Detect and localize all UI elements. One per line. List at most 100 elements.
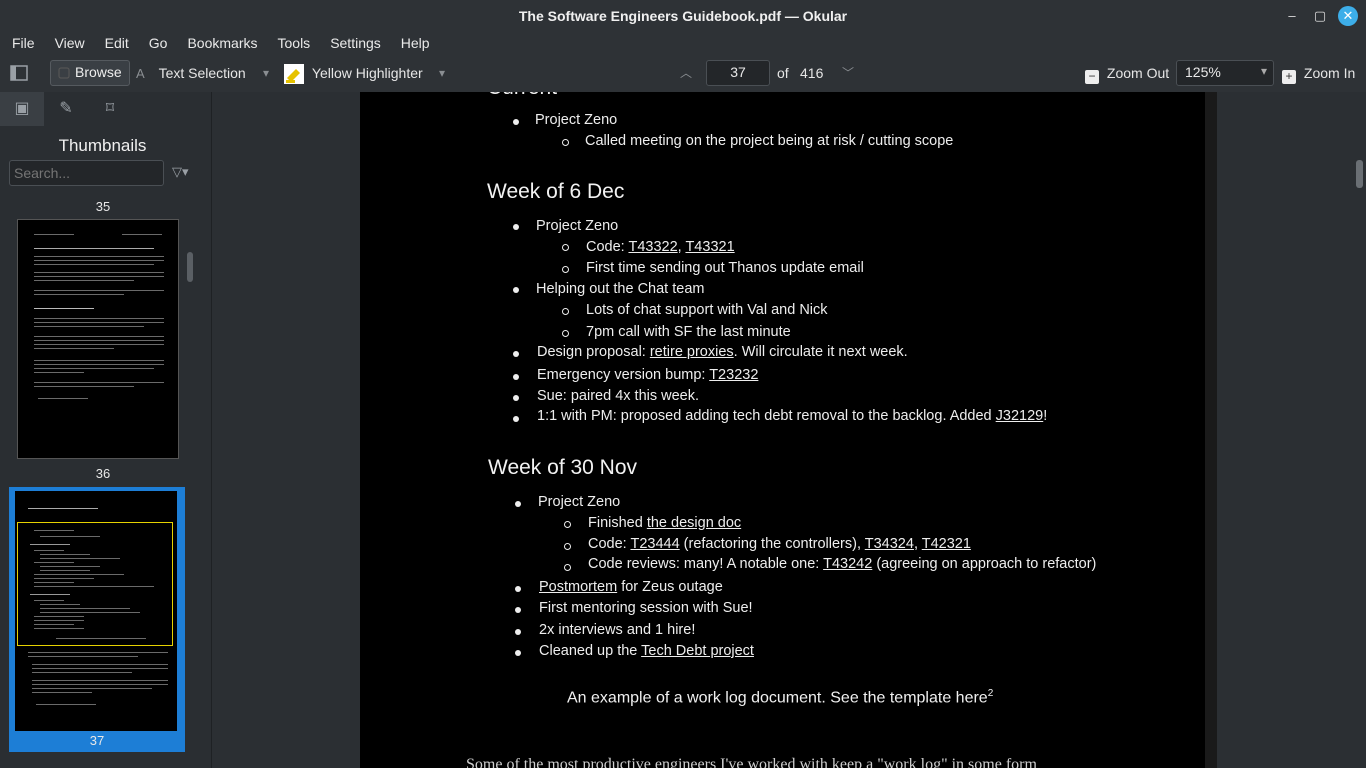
doc-line-pm: 1:1 with PM: proposed adding tech debt r… xyxy=(537,408,1048,424)
zoom-in-button[interactable]: + Zoom In xyxy=(1282,62,1355,84)
doc-line-design: Design proposal: retire proxies. Will ci… xyxy=(537,344,908,360)
doc-line: Project Zeno xyxy=(535,112,618,128)
sidebar-tabs: ▣ ✎ ⌑ xyxy=(0,92,211,126)
page-shadow xyxy=(1205,92,1217,768)
bullet xyxy=(513,416,519,422)
doc-line-reviews: Code reviews: many! A notable one: T4324… xyxy=(588,556,1097,572)
link[interactable]: T42321 xyxy=(922,536,971,552)
hand-icon xyxy=(58,67,70,79)
doc-line: Project Zeno xyxy=(538,494,621,510)
thumbnail-page-label-selected: 37 xyxy=(89,733,105,748)
title-bar: The Software Engineers Guidebook.pdf — O… xyxy=(0,0,1366,32)
bullet xyxy=(515,629,521,635)
link[interactable]: T23232 xyxy=(709,367,758,383)
link[interactable]: Postmortem xyxy=(539,579,617,595)
sub-bullet xyxy=(562,244,569,251)
next-page-chevron-icon[interactable]: ﹀ xyxy=(842,62,854,84)
thumbnails-heading: Thumbnails xyxy=(58,136,147,155)
zoom-in-icon: + xyxy=(1282,70,1296,84)
filter-icon[interactable]: ▽▾ xyxy=(172,164,189,180)
link[interactable]: Tech Debt project xyxy=(641,643,754,659)
document-scrollbar[interactable] xyxy=(1356,160,1363,188)
menu-edit[interactable]: Edit xyxy=(93,32,137,51)
menu-settings[interactable]: Settings xyxy=(318,32,389,51)
highlighter-label: Yellow Highlighter xyxy=(311,65,423,81)
menu-bookmarks[interactable]: Bookmarks xyxy=(175,32,265,51)
text-selection-dropdown-chevron-icon[interactable]: ▾ xyxy=(263,62,269,84)
link[interactable]: T43321 xyxy=(685,239,734,255)
menu-help[interactable]: Help xyxy=(389,32,438,51)
thumbnail-selected-highlight[interactable]: 37 xyxy=(9,487,185,752)
menu-file[interactable]: File xyxy=(0,32,43,51)
close-button[interactable]: ✕ xyxy=(1338,6,1358,26)
figure-caption: An example of a work log document. See t… xyxy=(567,688,994,707)
page-number-input[interactable]: 37 xyxy=(706,60,770,86)
sidebar-toggle-button[interactable] xyxy=(8,62,30,84)
zoom-out-button[interactable]: − Zoom Out xyxy=(1085,62,1169,84)
thumbnail-page-label: 36 xyxy=(95,466,111,481)
sub-bullet xyxy=(562,330,569,337)
bullet xyxy=(513,374,519,380)
zoom-level-value: 125% xyxy=(1185,64,1221,80)
doc-line-code: Code: T43322, T43321 xyxy=(586,239,735,255)
page-total: 416 xyxy=(800,65,824,81)
highlighter-icon xyxy=(284,64,304,85)
text-selection-label: Text Selection xyxy=(158,65,246,81)
minimize-button[interactable]: – xyxy=(1282,6,1302,26)
pdf-page: Current Project Zeno Called meeting on t… xyxy=(360,92,1205,768)
image-icon: ▣ xyxy=(14,100,30,117)
zoom-level-select[interactable]: 125% ▾ xyxy=(1176,60,1274,86)
sub-bullet xyxy=(564,543,571,550)
maximize-button[interactable]: ▢ xyxy=(1310,6,1330,26)
menu-tools[interactable]: Tools xyxy=(266,32,319,51)
thumbnail-scrollbar[interactable] xyxy=(187,252,193,282)
sidebar-panel: ▣ ✎ ⌑ Thumbnails ▽▾ 35 xyxy=(0,92,212,768)
browse-label: Browse xyxy=(75,64,122,80)
bullet xyxy=(515,650,521,656)
tab-annotations[interactable]: ✎ xyxy=(44,92,88,126)
thumbnail-search-input[interactable] xyxy=(9,160,164,186)
sub-bullet xyxy=(562,266,569,273)
link[interactable]: the design doc xyxy=(647,515,741,531)
bullet xyxy=(513,351,519,357)
sub-bullet xyxy=(564,564,571,571)
browse-tool-button[interactable]: Browse xyxy=(50,60,130,86)
bullet xyxy=(513,224,519,230)
menu-bar: File View Edit Go Bookmarks Tools Settings Help xyxy=(0,32,1366,54)
pen-icon: ✎ xyxy=(59,100,73,117)
sub-bullet xyxy=(562,308,569,315)
text-selection-tool[interactable]: A Text Selection xyxy=(136,62,246,84)
doc-line: First time sending out Thanos update ema… xyxy=(586,260,864,276)
zoom-dropdown-chevron-icon: ▾ xyxy=(1260,64,1267,78)
link[interactable]: T43322 xyxy=(628,239,677,255)
menu-go[interactable]: Go xyxy=(137,32,176,51)
thumbnail-page-35[interactable] xyxy=(17,219,179,459)
link[interactable]: retire proxies xyxy=(650,344,734,360)
doc-line: Sue: paired 4x this week. xyxy=(537,388,700,404)
tab-thumbnails[interactable]: ▣ xyxy=(0,92,44,126)
highlighter-dropdown-chevron-icon[interactable]: ▾ xyxy=(439,62,445,84)
menu-view[interactable]: View xyxy=(43,32,93,51)
document-viewport[interactable]: Current Project Zeno Called meeting on t… xyxy=(212,92,1366,768)
doc-line: Called meeting on the project being at r… xyxy=(585,133,954,149)
sub-bullet xyxy=(564,521,571,528)
highlighter-tool[interactable]: Yellow Highlighter xyxy=(284,62,423,85)
previous-page-chevron-icon[interactable]: ︿ xyxy=(680,62,692,84)
link[interactable]: J32129 xyxy=(996,408,1044,424)
link[interactable]: T23444 xyxy=(630,536,679,552)
doc-line-cleanup: Cleaned up the Tech Debt project xyxy=(539,643,754,659)
zoom-in-label: Zoom In xyxy=(1303,65,1356,81)
zoom-out-icon: − xyxy=(1085,70,1099,84)
bullet xyxy=(513,395,519,401)
bookmark-icon: ⌑ xyxy=(105,100,115,117)
page-current: 37 xyxy=(730,64,746,80)
link[interactable]: T43242 xyxy=(823,556,872,572)
doc-line-code: Code: T23444 (refactoring the controller… xyxy=(588,536,971,552)
window-title: The Software Engineers Guidebook.pdf — O… xyxy=(518,8,848,24)
thumbnail-list[interactable]: 35 36 37 xyxy=(9,197,197,757)
link[interactable]: T34324 xyxy=(865,536,914,552)
thumbnail-page-36[interactable] xyxy=(15,491,177,731)
tab-bookmarks[interactable]: ⌑ xyxy=(88,92,132,126)
thumbnail-page-label: 35 xyxy=(95,199,111,214)
text-select-icon: A xyxy=(136,66,145,81)
